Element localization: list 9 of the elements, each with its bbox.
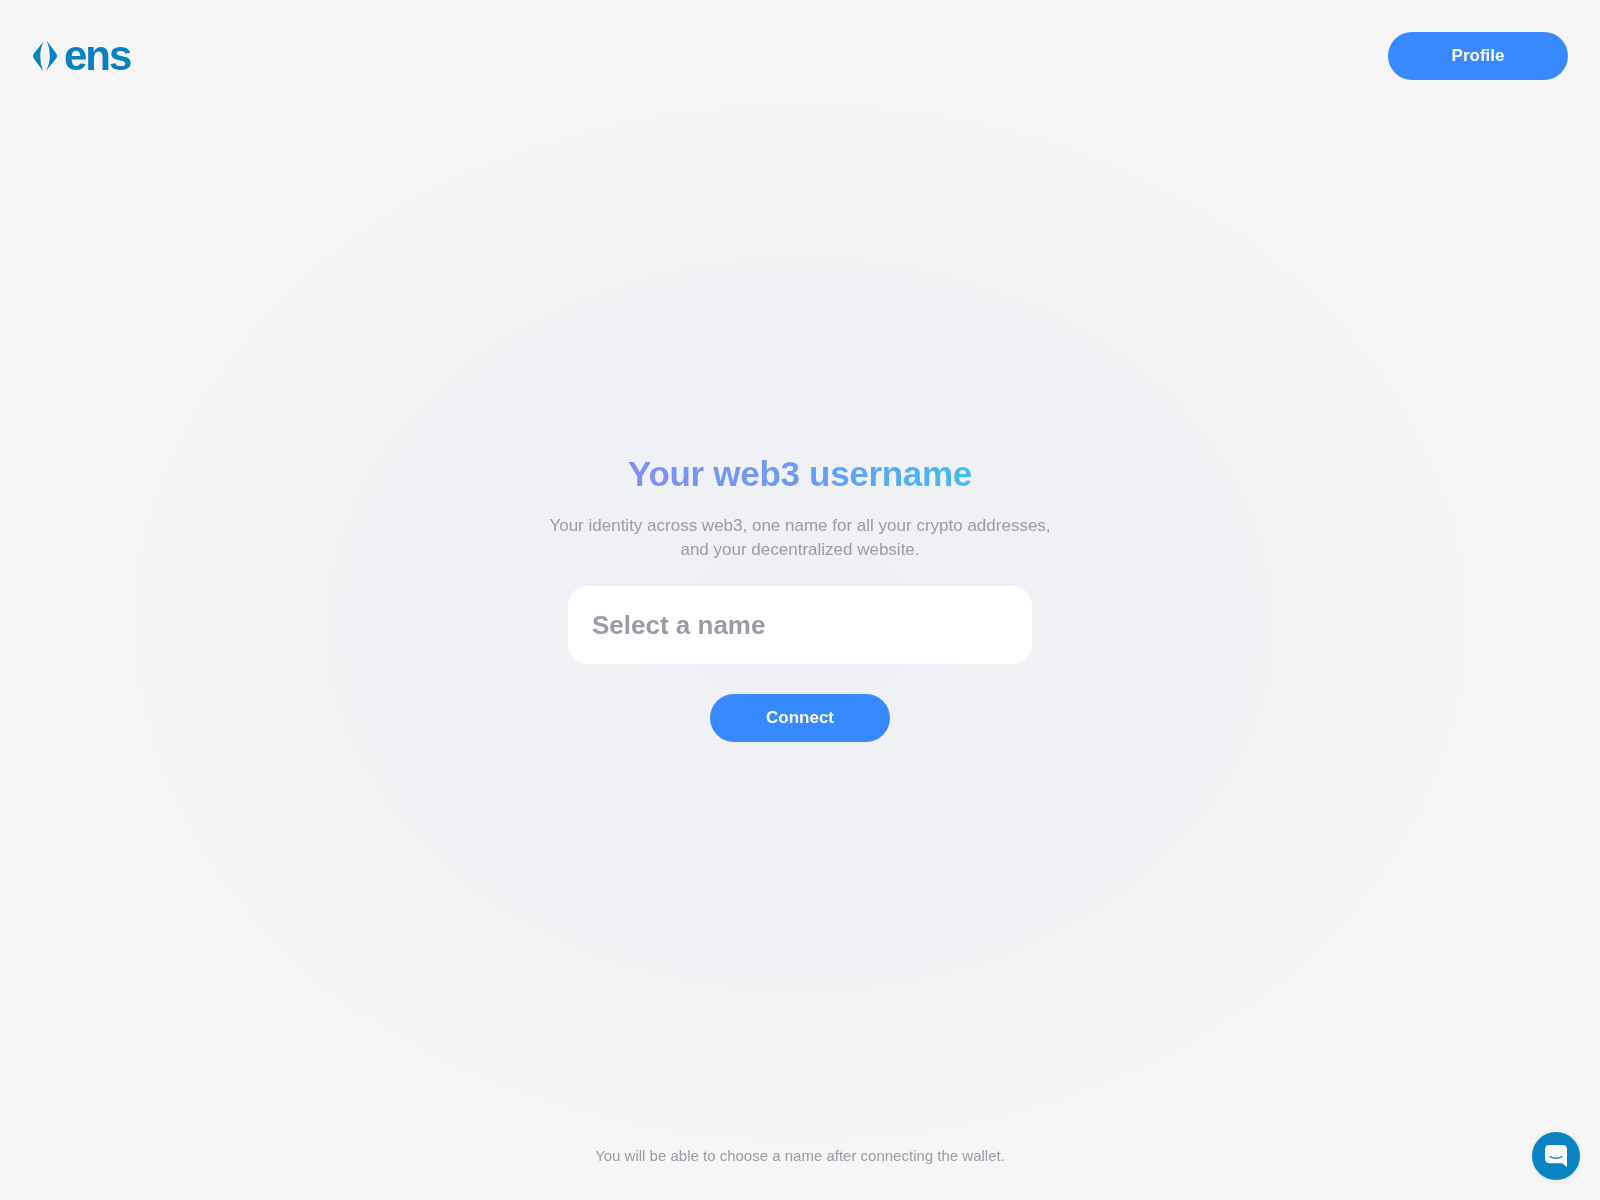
- name-search-field[interactable]: Select a name: [568, 586, 1032, 664]
- profile-button[interactable]: Profile: [1388, 32, 1568, 80]
- footer-note: You will be able to choose a name after connecting the wallet.: [595, 1146, 1005, 1166]
- diamond-logo-icon: [32, 41, 58, 71]
- speech-bubble-icon: [1545, 1145, 1567, 1167]
- connect-button[interactable]: Connect: [710, 694, 890, 742]
- page-subtitle: Your identity across web3, one name for all your crypto addresses, and your decentralized website.: [548, 515, 1052, 561]
- chat-button[interactable]: [1532, 1132, 1580, 1180]
- logo-text: ens: [64, 34, 131, 78]
